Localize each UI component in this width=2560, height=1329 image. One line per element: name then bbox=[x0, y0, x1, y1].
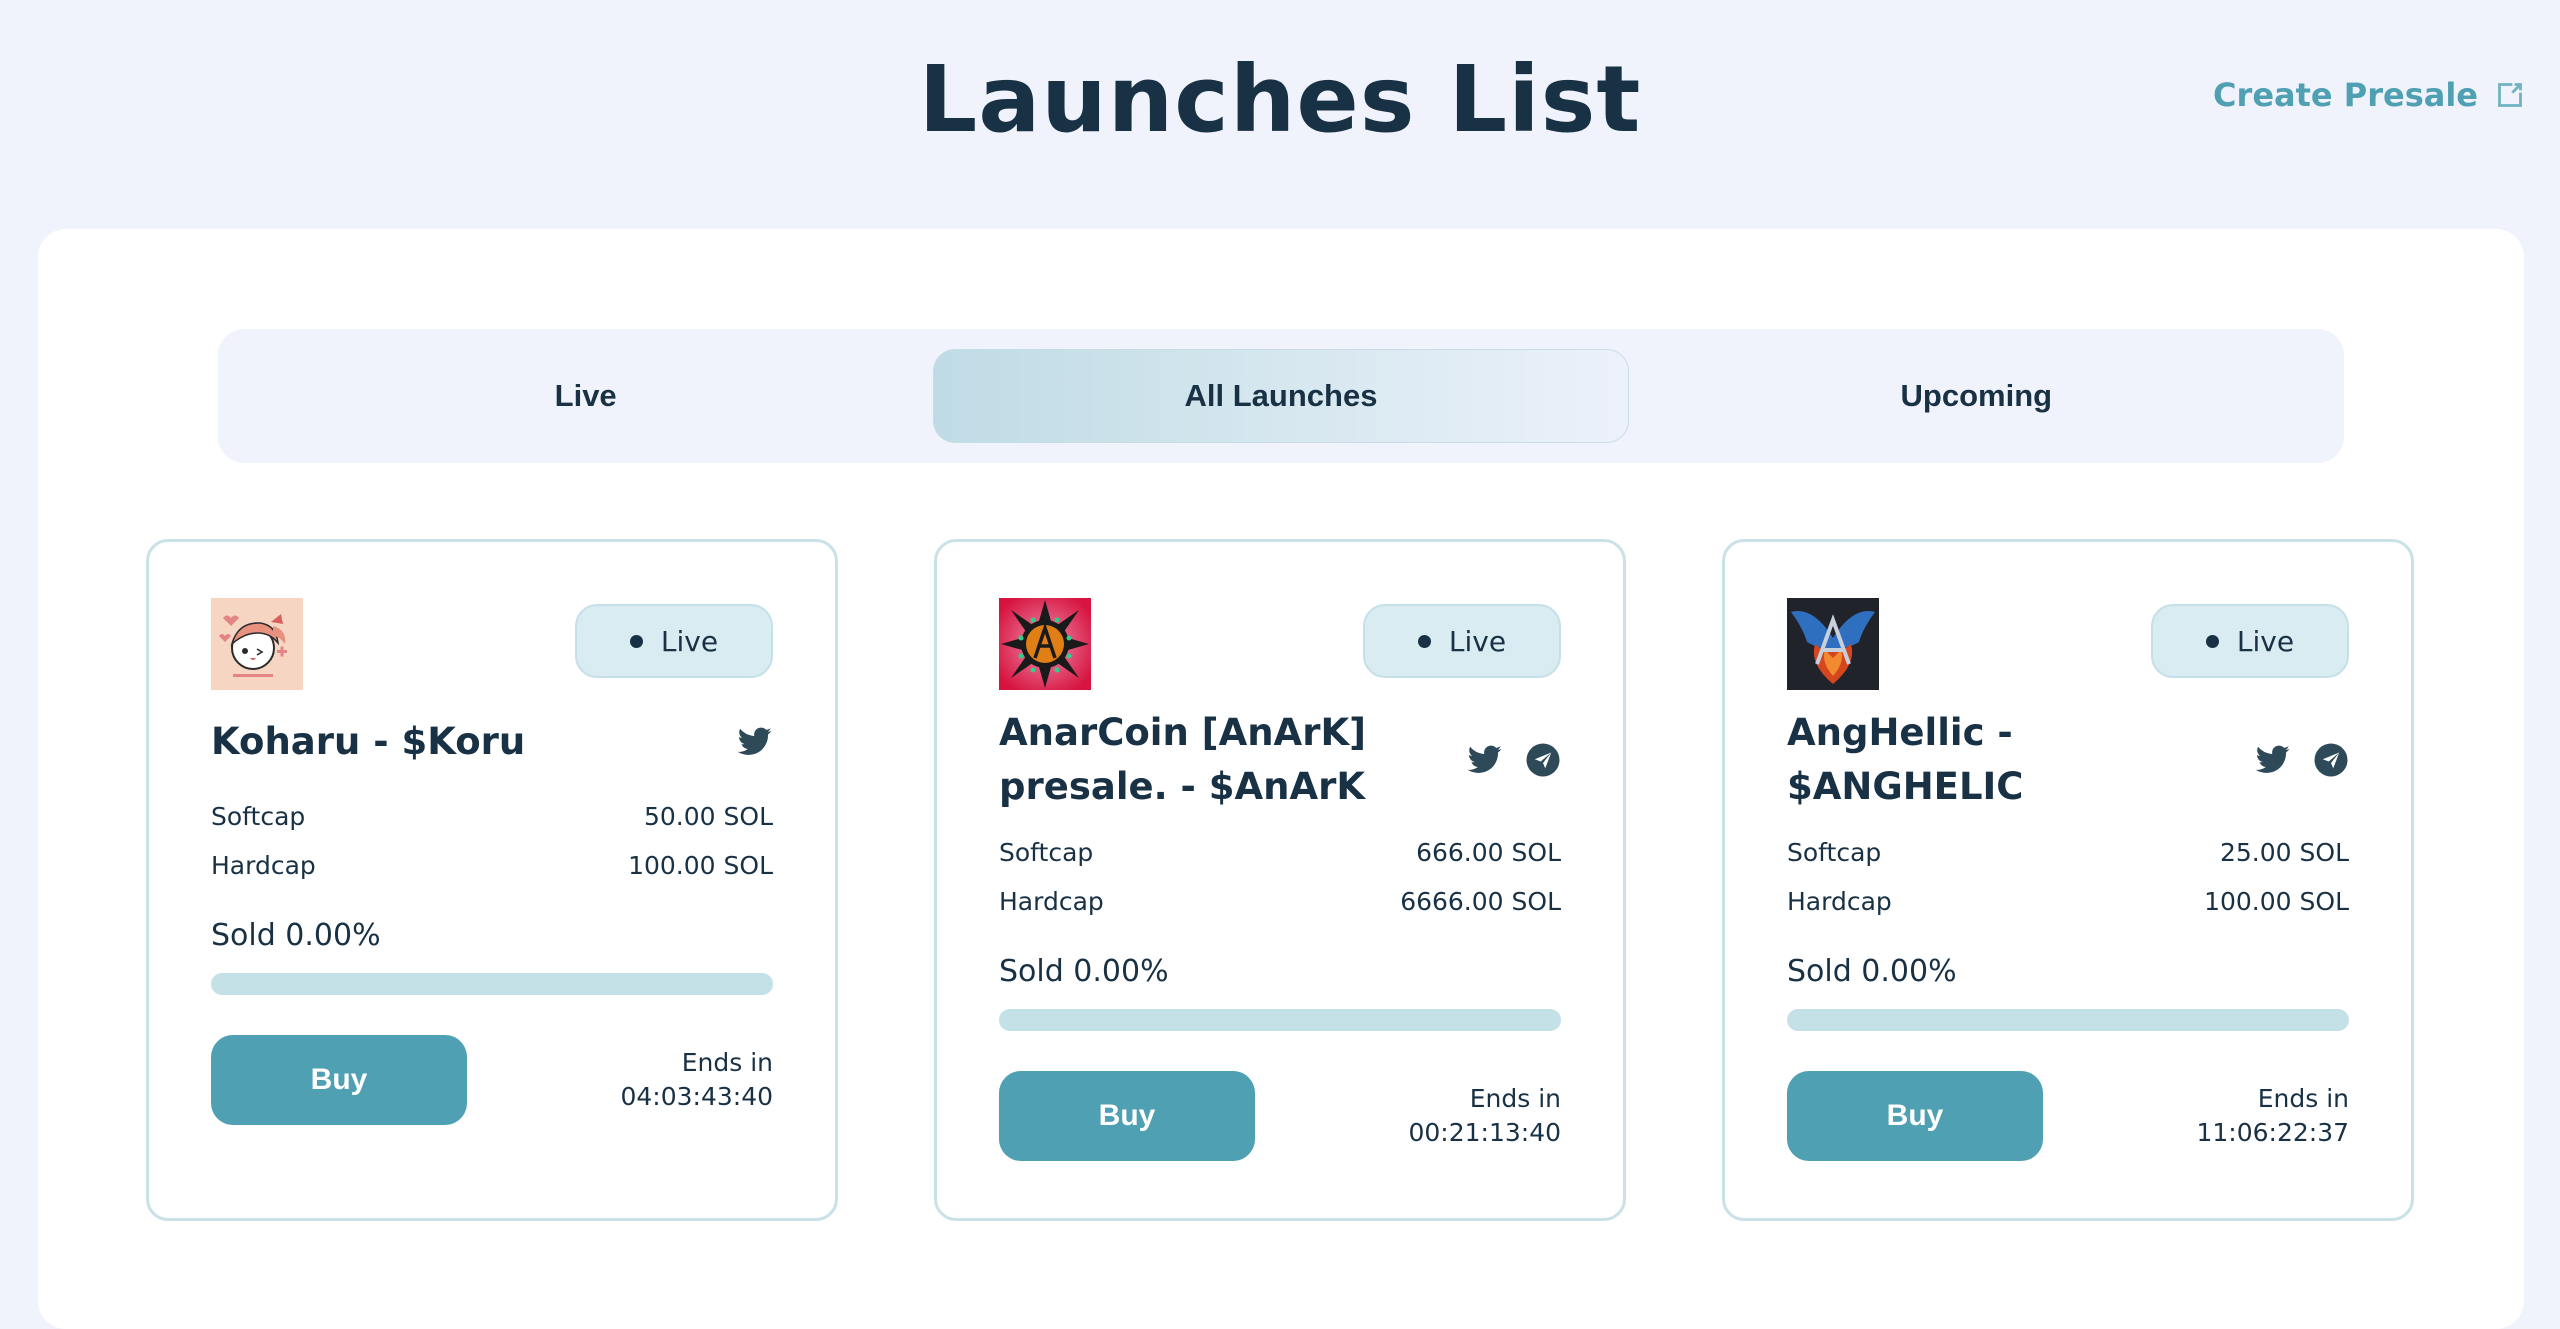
status-badge: Live bbox=[1363, 604, 1561, 678]
launch-filter-tabs: Live All Launches Upcoming bbox=[218, 329, 2344, 463]
hardcap-row: Hardcap 100.00 SOL bbox=[1787, 877, 2349, 926]
cap-details: Softcap 50.00 SOL Hardcap 100.00 SOL bbox=[211, 792, 773, 890]
ends-in-value: 00:21:13:40 bbox=[1408, 1118, 1561, 1147]
countdown: Ends in 11:06:22:37 bbox=[2196, 1082, 2349, 1150]
telegram-icon[interactable] bbox=[1525, 742, 1561, 778]
launch-card: Live Koharu - $Koru Softcap 50.00 SOL Ha… bbox=[146, 539, 838, 1221]
hardcap-row: Hardcap 100.00 SOL bbox=[211, 841, 773, 890]
external-link-icon bbox=[2498, 83, 2522, 107]
sold-percent-label: Sold 0.00% bbox=[999, 954, 1169, 989]
sold-progress-bar bbox=[211, 973, 773, 995]
tab-live[interactable]: Live bbox=[238, 349, 933, 443]
page-header: Launches List Create Presale bbox=[0, 0, 2560, 200]
status-badge: Live bbox=[2151, 604, 2349, 678]
ends-in-label: Ends in bbox=[681, 1048, 773, 1077]
twitter-icon[interactable] bbox=[737, 724, 773, 760]
social-links bbox=[737, 724, 773, 760]
countdown: Ends in 04:03:43:40 bbox=[620, 1046, 773, 1114]
softcap-row: Softcap 25.00 SOL bbox=[1787, 828, 2349, 877]
status-label: Live bbox=[1448, 624, 1507, 658]
cap-details: Softcap 25.00 SOL Hardcap 100.00 SOL bbox=[1787, 828, 2349, 926]
anarcoin-logo bbox=[999, 598, 1091, 690]
buy-button[interactable]: Buy bbox=[999, 1071, 1255, 1161]
social-links bbox=[2255, 742, 2349, 778]
softcap-row: Softcap 666.00 SOL bbox=[999, 828, 1561, 877]
hardcap-value: 100.00 SOL bbox=[2204, 887, 2349, 916]
softcap-value: 25.00 SOL bbox=[2220, 838, 2349, 867]
softcap-value: 666.00 SOL bbox=[1416, 838, 1561, 867]
buy-button[interactable]: Buy bbox=[1787, 1071, 2043, 1161]
ends-in-label: Ends in bbox=[2257, 1084, 2349, 1113]
anghellic-logo bbox=[1787, 598, 1879, 690]
softcap-row: Softcap 50.00 SOL bbox=[211, 792, 773, 841]
token-name: Koharu - $Koru bbox=[211, 720, 526, 763]
create-presale-link[interactable]: Create Presale bbox=[2213, 76, 2524, 114]
ends-in-label: Ends in bbox=[1469, 1084, 1561, 1113]
sold-percent-label: Sold 0.00% bbox=[211, 918, 381, 953]
ends-in-value: 11:06:22:37 bbox=[2196, 1118, 2349, 1147]
page-title: Launches List bbox=[918, 46, 1642, 153]
status-badge: Live bbox=[575, 604, 773, 678]
koharu-logo bbox=[211, 598, 303, 690]
twitter-icon[interactable] bbox=[1467, 742, 1503, 778]
create-presale-label: Create Presale bbox=[2213, 76, 2478, 114]
buy-button[interactable]: Buy bbox=[211, 1035, 467, 1125]
hardcap-row: Hardcap 6666.00 SOL bbox=[999, 877, 1561, 926]
token-name: AngHellic - $ANGHELIC bbox=[1787, 711, 2024, 808]
cap-details: Softcap 666.00 SOL Hardcap 6666.00 SOL bbox=[999, 828, 1561, 926]
twitter-icon[interactable] bbox=[2255, 742, 2291, 778]
hardcap-value: 100.00 SOL bbox=[628, 851, 773, 880]
softcap-label: Softcap bbox=[1787, 838, 1882, 867]
sold-progress-bar bbox=[999, 1009, 1561, 1031]
hardcap-label: Hardcap bbox=[999, 887, 1104, 916]
launch-cards: Live Koharu - $Koru Softcap 50.00 SOL Ha… bbox=[146, 539, 2414, 1221]
hardcap-label: Hardcap bbox=[1787, 887, 1892, 916]
social-links bbox=[1467, 742, 1561, 778]
launches-panel: Live All Launches Upcoming Live Koharu -… bbox=[38, 229, 2524, 1329]
hardcap-label: Hardcap bbox=[211, 851, 316, 880]
hardcap-value: 6666.00 SOL bbox=[1400, 887, 1561, 916]
live-dot-icon bbox=[1417, 634, 1431, 648]
token-name: AnarCoin [AnArK] presale. - $AnArK bbox=[999, 711, 1367, 808]
countdown: Ends in 00:21:13:40 bbox=[1408, 1082, 1561, 1150]
status-label: Live bbox=[2236, 624, 2295, 658]
launch-card: Live AngHellic - $ANGHELIC Softcap 25.00… bbox=[1722, 539, 2414, 1221]
launch-card: Live AnarCoin [AnArK] presale. - $AnArK … bbox=[934, 539, 1626, 1221]
sold-percent-label: Sold 0.00% bbox=[1787, 954, 1957, 989]
softcap-label: Softcap bbox=[999, 838, 1094, 867]
tab-all-launches[interactable]: All Launches bbox=[933, 349, 1629, 443]
live-dot-icon bbox=[2205, 634, 2219, 648]
tab-upcoming[interactable]: Upcoming bbox=[1629, 349, 2324, 443]
softcap-value: 50.00 SOL bbox=[644, 802, 773, 831]
softcap-label: Softcap bbox=[211, 802, 306, 831]
ends-in-value: 04:03:43:40 bbox=[620, 1082, 773, 1111]
live-dot-icon bbox=[629, 634, 643, 648]
telegram-icon[interactable] bbox=[2313, 742, 2349, 778]
status-label: Live bbox=[660, 624, 719, 658]
sold-progress-bar bbox=[1787, 1009, 2349, 1031]
